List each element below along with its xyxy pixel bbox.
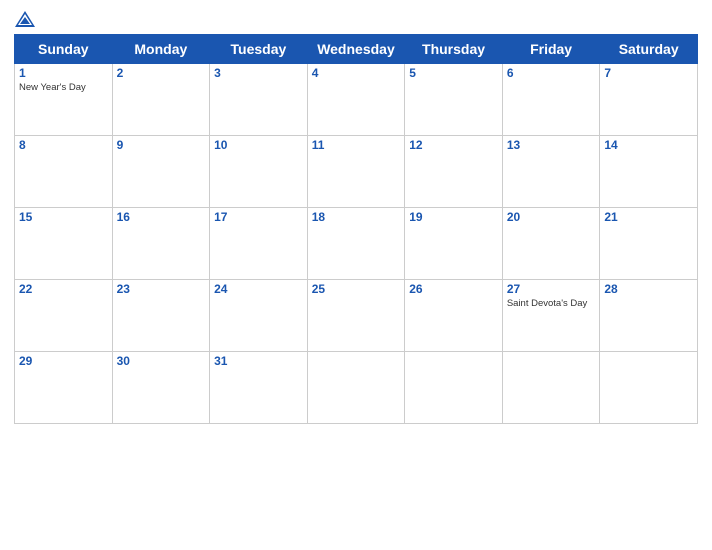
- day-number: 4: [312, 66, 401, 80]
- day-number: 17: [214, 210, 303, 224]
- day-number: 15: [19, 210, 108, 224]
- calendar-day-cell: 20: [502, 208, 600, 280]
- day-number: 14: [604, 138, 693, 152]
- day-number: 23: [117, 282, 206, 296]
- day-number: 12: [409, 138, 498, 152]
- weekday-header-row: Sunday Monday Tuesday Wednesday Thursday…: [15, 35, 698, 64]
- holiday-label: New Year's Day: [19, 82, 108, 93]
- calendar-day-cell: 28: [600, 280, 698, 352]
- day-number: 21: [604, 210, 693, 224]
- calendar-week-row: 29 30 31: [15, 352, 698, 424]
- header-monday: Monday: [112, 35, 210, 64]
- calendar-table: Sunday Monday Tuesday Wednesday Thursday…: [14, 34, 698, 424]
- calendar-day-cell: 10: [210, 136, 308, 208]
- calendar-day-cell: 27 Saint Devota's Day: [502, 280, 600, 352]
- calendar-header: [14, 10, 698, 28]
- calendar-day-cell: 25: [307, 280, 405, 352]
- day-number: 22: [19, 282, 108, 296]
- day-number: 6: [507, 66, 596, 80]
- day-number: 29: [19, 354, 108, 368]
- day-number: 20: [507, 210, 596, 224]
- calendar-day-cell: 11: [307, 136, 405, 208]
- day-number: 24: [214, 282, 303, 296]
- header-saturday: Saturday: [600, 35, 698, 64]
- calendar-day-cell: 7: [600, 64, 698, 136]
- calendar-day-cell: [502, 352, 600, 424]
- calendar-day-cell: 13: [502, 136, 600, 208]
- calendar-day-cell: 1 New Year's Day: [15, 64, 113, 136]
- logo-area: [14, 10, 40, 28]
- header-thursday: Thursday: [405, 35, 503, 64]
- calendar-day-cell: 5: [405, 64, 503, 136]
- day-number: 30: [117, 354, 206, 368]
- header-sunday: Sunday: [15, 35, 113, 64]
- calendar-day-cell: 23: [112, 280, 210, 352]
- day-number: 31: [214, 354, 303, 368]
- calendar-day-cell: 29: [15, 352, 113, 424]
- calendar-day-cell: 12: [405, 136, 503, 208]
- logo-icon: [14, 10, 36, 28]
- calendar-day-cell: 26: [405, 280, 503, 352]
- calendar-day-cell: 31: [210, 352, 308, 424]
- calendar-week-row: 22 23 24 25 26 27 Saint Devota's Day 28: [15, 280, 698, 352]
- day-number: 7: [604, 66, 693, 80]
- day-number: 26: [409, 282, 498, 296]
- calendar-day-cell: [600, 352, 698, 424]
- day-number: 16: [117, 210, 206, 224]
- day-number: 13: [507, 138, 596, 152]
- calendar-day-cell: 22: [15, 280, 113, 352]
- calendar-day-cell: [307, 352, 405, 424]
- calendar-day-cell: 6: [502, 64, 600, 136]
- calendar-day-cell: 24: [210, 280, 308, 352]
- day-number: 5: [409, 66, 498, 80]
- calendar-day-cell: 2: [112, 64, 210, 136]
- calendar-day-cell: 18: [307, 208, 405, 280]
- calendar-week-row: 1 New Year's Day 234567: [15, 64, 698, 136]
- day-number: 10: [214, 138, 303, 152]
- day-number: 9: [117, 138, 206, 152]
- calendar-week-row: 15 16 17 18 19 20 21: [15, 208, 698, 280]
- calendar-day-cell: 4: [307, 64, 405, 136]
- day-number: 11: [312, 138, 401, 152]
- calendar-day-cell: 15: [15, 208, 113, 280]
- calendar-container: Sunday Monday Tuesday Wednesday Thursday…: [0, 0, 712, 550]
- day-number: 28: [604, 282, 693, 296]
- calendar-day-cell: 16: [112, 208, 210, 280]
- holiday-label: Saint Devota's Day: [507, 298, 596, 309]
- header-tuesday: Tuesday: [210, 35, 308, 64]
- calendar-day-cell: 19: [405, 208, 503, 280]
- calendar-day-cell: 30: [112, 352, 210, 424]
- day-number: 8: [19, 138, 108, 152]
- day-number: 2: [117, 66, 206, 80]
- calendar-day-cell: 14: [600, 136, 698, 208]
- header-friday: Friday: [502, 35, 600, 64]
- day-number: 27: [507, 282, 596, 296]
- header-wednesday: Wednesday: [307, 35, 405, 64]
- calendar-day-cell: 8: [15, 136, 113, 208]
- calendar-week-row: 89 10 11 12 13 14: [15, 136, 698, 208]
- calendar-day-cell: [405, 352, 503, 424]
- calendar-day-cell: 21: [600, 208, 698, 280]
- calendar-day-cell: 17: [210, 208, 308, 280]
- day-number: 3: [214, 66, 303, 80]
- day-number: 1: [19, 66, 108, 80]
- day-number: 19: [409, 210, 498, 224]
- calendar-day-cell: 3: [210, 64, 308, 136]
- day-number: 25: [312, 282, 401, 296]
- day-number: 18: [312, 210, 401, 224]
- calendar-day-cell: 9: [112, 136, 210, 208]
